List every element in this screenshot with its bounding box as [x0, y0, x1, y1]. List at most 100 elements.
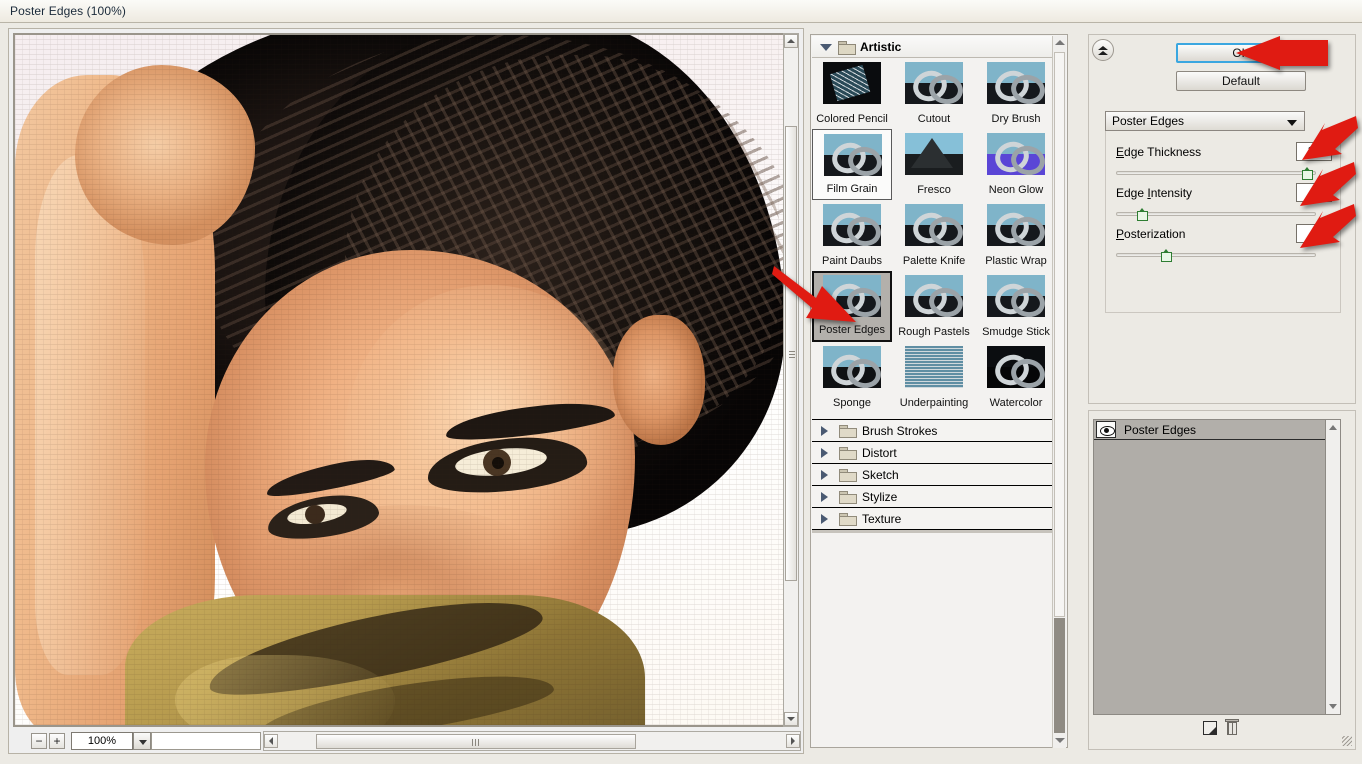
- filter-thumbnail-paint-daubs[interactable]: Paint Daubs: [812, 200, 892, 271]
- filter-thumbnail-poster-edges[interactable]: Poster Edges: [812, 271, 892, 342]
- filter-select-dropdown[interactable]: Poster Edges: [1105, 111, 1305, 131]
- param-label-accelerator: E: [1116, 145, 1125, 159]
- filter-thumbnail-row: Paint Daubs Palette Knife Plastic Wrap: [812, 200, 1052, 271]
- preview-scroll-up-button[interactable]: [784, 34, 798, 48]
- category-row-stylize[interactable]: Stylize: [812, 485, 1052, 507]
- filter-thumbnail-label: Rough Pastels: [898, 326, 970, 338]
- param-slider-knob-edge-intensity[interactable]: [1137, 208, 1149, 221]
- filter-preview-thumbnail: [905, 204, 963, 246]
- gallery-scroll-up-icon[interactable]: [1055, 40, 1065, 45]
- default-button[interactable]: Default: [1176, 71, 1306, 91]
- filter-thumbnail-label: Fresco: [917, 184, 951, 196]
- filter-preview-thumbnail: [823, 62, 881, 104]
- filter-thumbnail-label: Palette Knife: [902, 255, 966, 267]
- new-effect-layer-icon[interactable]: [1203, 721, 1217, 735]
- filter-preview-thumbnail: [824, 134, 882, 176]
- chevron-down-icon: [820, 44, 832, 51]
- preview-image-posterized-portrait[interactable]: [15, 35, 783, 725]
- filter-thumbnail-label: Dry Brush: [991, 113, 1041, 125]
- filter-thumbnail-underpainting[interactable]: Underpainting: [894, 342, 974, 413]
- filter-thumbnail-row: Sponge Underpainting Watercolor: [812, 342, 1052, 413]
- filter-preview-thumbnail: [987, 62, 1045, 104]
- filter-thumbnail-watercolor[interactable]: Watercolor: [976, 342, 1056, 413]
- param-value-posterization[interactable]: 1: [1296, 224, 1332, 243]
- eye-icon[interactable]: [1096, 421, 1116, 438]
- filter-settings-panel: OK Default Edge Thickness 10 Edge Intensit…: [1088, 34, 1356, 404]
- folder-icon: [839, 425, 857, 438]
- filter-select-value: Poster Edges: [1112, 114, 1185, 128]
- param-slider-knob-posterization[interactable]: [1160, 249, 1172, 262]
- ok-button[interactable]: OK: [1176, 43, 1306, 63]
- filter-gallery-dialog: Poster Edges (100%) − + 100% Artistic Co…: [0, 0, 1362, 764]
- list-item[interactable]: Poster Edges: [1094, 420, 1326, 440]
- preview-scroll-right-button[interactable]: [786, 734, 800, 748]
- category-list-footer: [812, 529, 1052, 533]
- filter-thumbnail-rough-pastels[interactable]: Rough Pastels: [894, 271, 974, 342]
- preview-vertical-scroll-thumb[interactable]: [785, 126, 797, 581]
- filter-thumbnail-plastic-wrap[interactable]: Plastic Wrap: [976, 200, 1056, 271]
- filter-thumbnail-cutout[interactable]: Cutout: [894, 58, 974, 129]
- filter-thumbnail-dry-brush[interactable]: Dry Brush: [976, 58, 1056, 129]
- parameters-group: Edge Thickness 10 Edge Intensity 1 Posteriza…: [1105, 123, 1341, 313]
- param-slider-track-edge-thickness[interactable]: [1116, 171, 1316, 175]
- filter-thumbnail-palette-knife[interactable]: Palette Knife: [894, 200, 974, 271]
- dialog-title: Poster Edges (100%): [10, 4, 126, 18]
- param-edge-intensity: Edge Intensity 1: [1116, 183, 1332, 227]
- zoom-in-button[interactable]: +: [49, 733, 65, 749]
- filter-thumbnail-grid: Colored Pencil Cutout Dry Brush Film Grain F…: [812, 58, 1052, 413]
- folder-icon: [838, 41, 856, 55]
- effect-layer-list[interactable]: Poster Edges: [1093, 419, 1341, 715]
- folder-icon: [839, 491, 857, 504]
- filter-thumbnail-sponge[interactable]: Sponge: [812, 342, 892, 413]
- param-slider-track-posterization[interactable]: [1116, 253, 1316, 257]
- category-row-brush-strokes[interactable]: Brush Strokes: [812, 419, 1052, 441]
- filter-thumbnail-smudge-stick[interactable]: Smudge Stick: [976, 271, 1056, 342]
- preview-scroll-left-button[interactable]: [264, 734, 278, 748]
- gallery-scroll-thumb[interactable]: [1054, 52, 1065, 617]
- param-posterization: Posterization 1: [1116, 224, 1332, 268]
- category-row-label: Stylize: [862, 490, 898, 504]
- category-row-texture[interactable]: Texture: [812, 507, 1052, 529]
- filter-preview-thumbnail: [905, 275, 963, 317]
- preview-horizontal-scroll-thumb[interactable]: [316, 734, 636, 749]
- preview-image-frame[interactable]: [13, 33, 785, 727]
- param-value-edge-intensity[interactable]: 1: [1296, 183, 1332, 202]
- zoom-level-value[interactable]: 100%: [71, 732, 133, 750]
- param-slider-knob-edge-thickness[interactable]: [1302, 167, 1314, 180]
- param-value-edge-thickness[interactable]: 10: [1296, 142, 1332, 161]
- trash-icon[interactable]: [1225, 719, 1239, 736]
- zoom-out-button[interactable]: −: [31, 733, 47, 749]
- gallery-scroll-down-icon[interactable]: [1055, 738, 1065, 743]
- zoom-dropdown-button[interactable]: [133, 732, 151, 750]
- preview-vertical-scrollbar[interactable]: [783, 33, 799, 727]
- category-row-label: Distort: [862, 446, 897, 460]
- filter-thumbnail-fresco[interactable]: Fresco: [894, 129, 974, 200]
- preview-scroll-down-button[interactable]: [784, 712, 798, 726]
- gallery-scroll-track-filled[interactable]: [1054, 618, 1065, 733]
- category-header-artistic[interactable]: Artistic: [812, 36, 1052, 58]
- filter-thumbnail-label: Smudge Stick: [982, 326, 1050, 338]
- filter-thumbnail-film-grain[interactable]: Film Grain: [812, 129, 892, 200]
- filter-thumbnail-colored-pencil[interactable]: Colored Pencil: [812, 58, 892, 129]
- filter-thumbnail-row: Poster Edges Rough Pastels Smudge Stick: [812, 271, 1052, 342]
- preview-horizontal-scrollbar[interactable]: [263, 731, 801, 751]
- category-row-distort[interactable]: Distort: [812, 441, 1052, 463]
- category-row-sketch[interactable]: Sketch: [812, 463, 1052, 485]
- collapse-panel-button[interactable]: [1092, 39, 1114, 61]
- collapsed-category-list: Brush Strokes Distort Sketch Stylize Texture: [812, 419, 1052, 529]
- dialog-resize-grip[interactable]: [1342, 736, 1352, 746]
- layer-scroll-down-icon[interactable]: [1329, 704, 1337, 709]
- layer-list-scrollbar[interactable]: [1325, 420, 1340, 714]
- filter-thumbnail-neon-glow[interactable]: Neon Glow: [976, 129, 1056, 200]
- effect-layer-label: Poster Edges: [1124, 423, 1197, 437]
- filter-thumbnail-label: Poster Edges: [818, 324, 886, 336]
- category-row-label: Sketch: [862, 468, 899, 482]
- gallery-vertical-scrollbar[interactable]: [1052, 36, 1066, 748]
- filter-thumbnail-label: Colored Pencil: [816, 113, 888, 125]
- preview-zoom-bar: − + 100%: [13, 731, 801, 751]
- layer-scroll-up-icon[interactable]: [1329, 425, 1337, 430]
- folder-icon: [839, 469, 857, 482]
- filter-preview-thumbnail: [905, 62, 963, 104]
- filter-gallery-panel: Artistic Colored Pencil Cutout Dry Brush Fi…: [810, 34, 1068, 748]
- chevron-up-icon: [1098, 46, 1108, 50]
